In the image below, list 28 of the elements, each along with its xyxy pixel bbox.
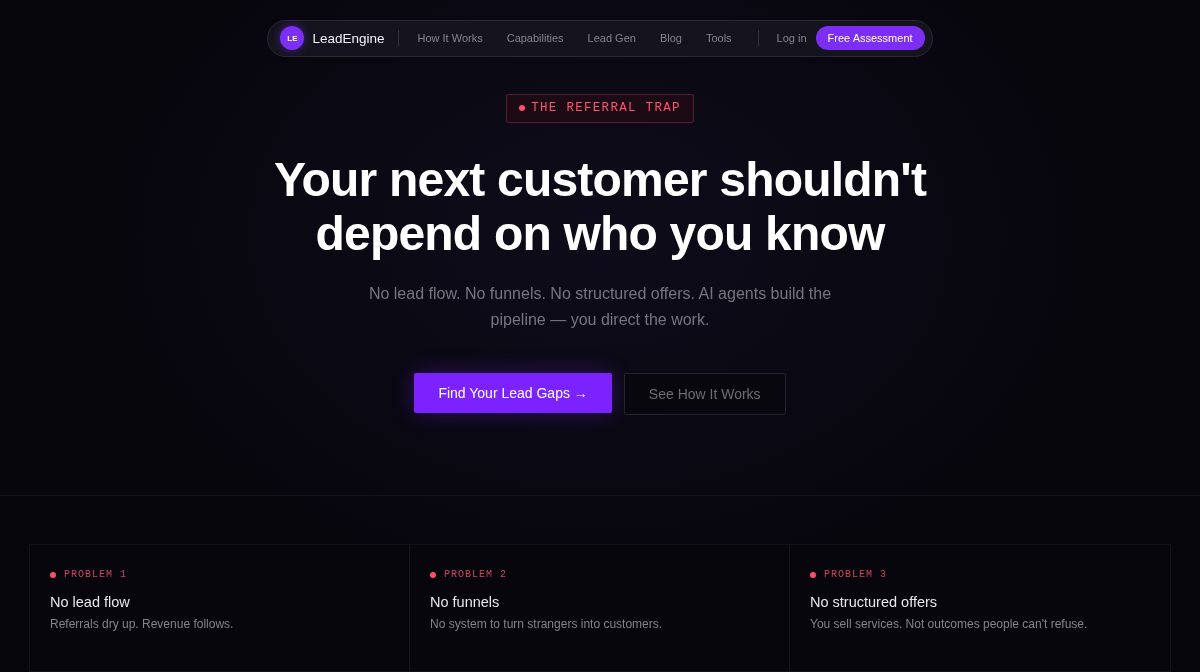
dot-icon [50, 571, 56, 578]
problem-title: No structured offers [810, 594, 939, 610]
nav-link[interactable]: Tools [705, 32, 732, 45]
problem-description: You sell services. Not outcomes people can't refuse. [810, 617, 1089, 631]
problem-label: PROBLEM 3 [824, 569, 887, 580]
nav-link[interactable]: Lead Gen [587, 32, 636, 45]
problem-description: No system to turn strangers into customers. [430, 617, 664, 631]
problem-description: Referrals dry up. Revenue follows. [50, 617, 235, 631]
logo-icon[interactable]: LE [280, 26, 305, 51]
problem-label: PROBLEM 1 [64, 569, 127, 580]
problem-label: PROBLEM 2 [444, 569, 507, 580]
brand-name[interactable]: LeadEngine [312, 30, 385, 46]
nav-link[interactable]: How It Works [417, 32, 483, 45]
dot-icon [519, 105, 526, 112]
badge-label: THE REFERRAL TRAP [531, 101, 681, 116]
dot-icon [810, 571, 816, 578]
problem-title: No lead flow [50, 594, 131, 610]
login-link[interactable]: Log in [776, 32, 807, 45]
find-lead-gaps-button[interactable]: Find Your Lead Gaps → [414, 373, 612, 414]
subtitle: No lead flow. No funnels. No structured offers. AI agents build the pipeline — you direct the work. [367, 284, 833, 331]
see-how-it-works-button[interactable]: See How It Works [623, 373, 786, 416]
headline: depend on who you know [315, 207, 885, 262]
nav-link[interactable]: Blog [659, 32, 682, 45]
free-assessment-button[interactable]: Free Assessment [815, 26, 925, 51]
nav-link[interactable]: Capabilities [506, 32, 564, 45]
dot-icon [430, 571, 436, 578]
headline: Your next customer shouldn't [273, 153, 927, 208]
problem-title: No funnels [430, 594, 501, 610]
